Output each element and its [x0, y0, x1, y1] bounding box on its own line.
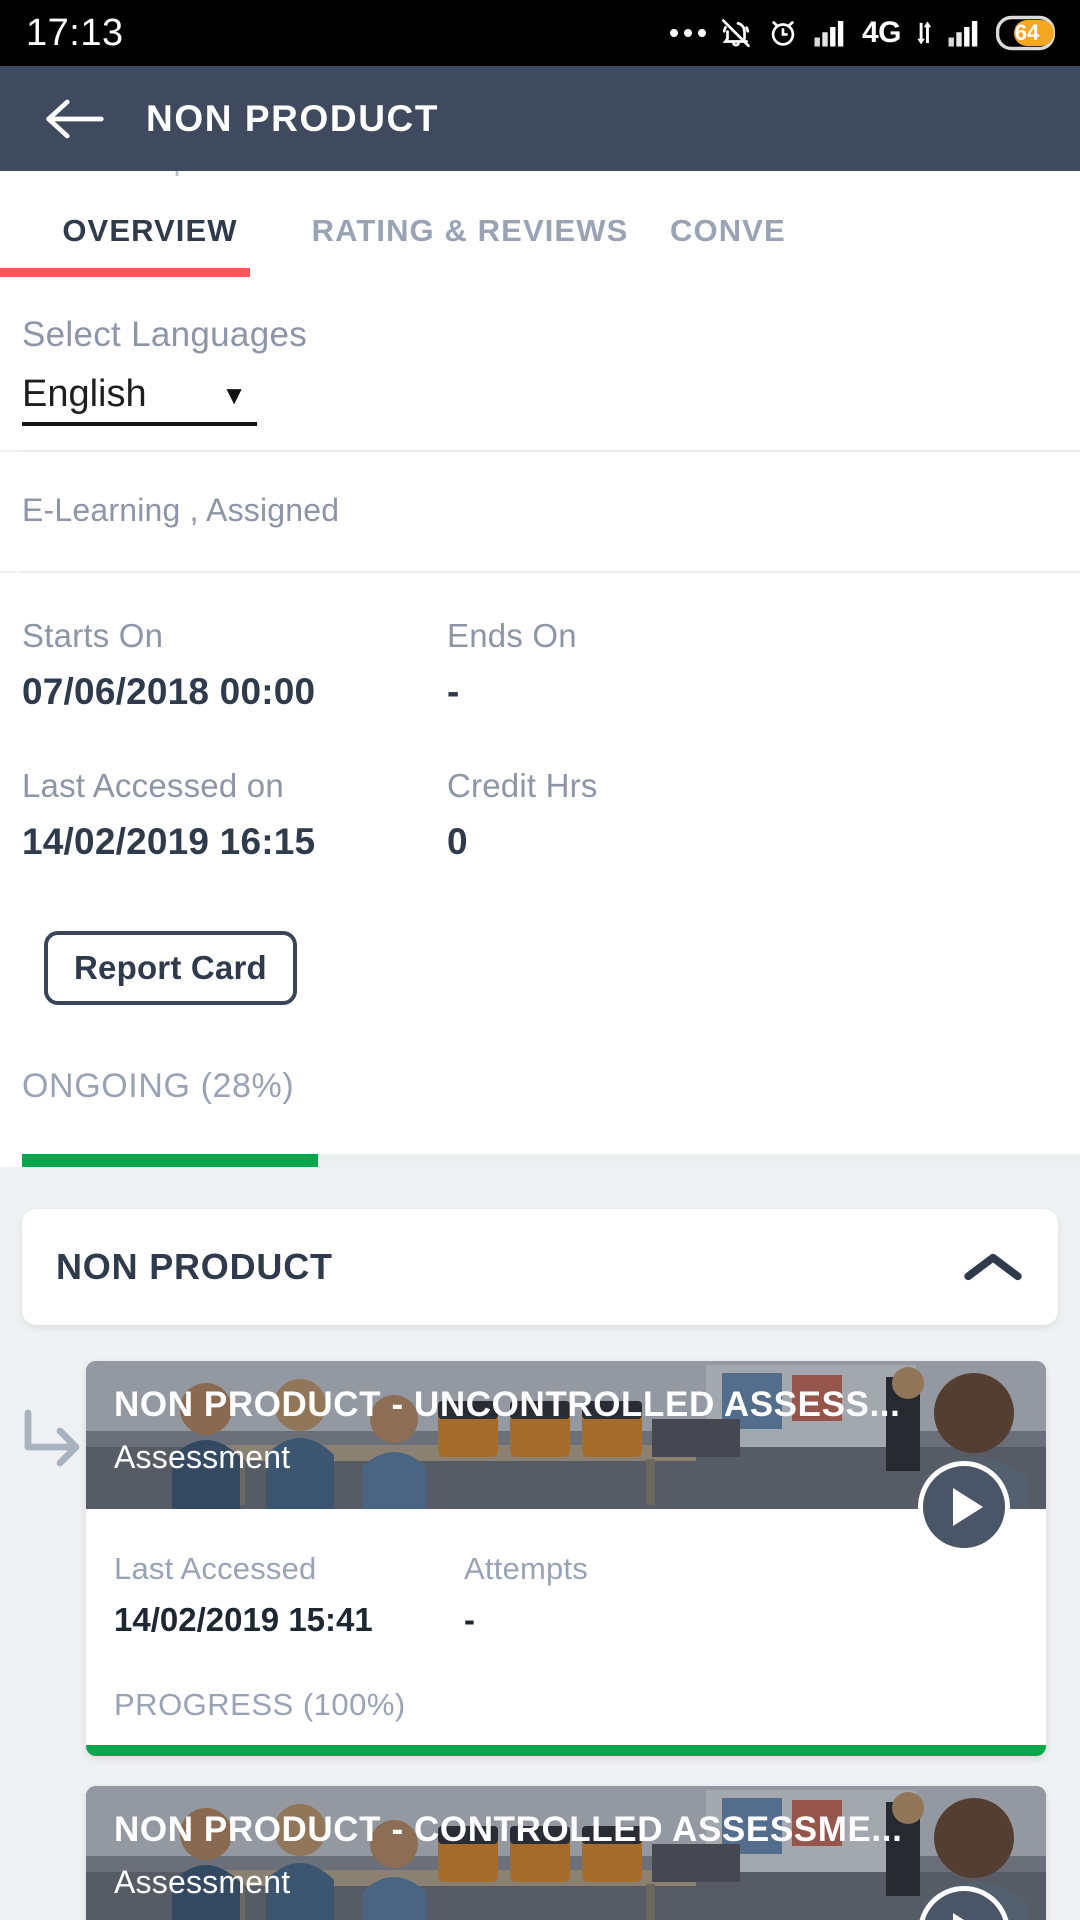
meta-value: 14/02/2019 16:15 [22, 821, 316, 862]
report-card-button[interactable]: Report Card [44, 931, 297, 1005]
lesson-details: Last Accessed 14/02/2019 15:41 Attempts … [86, 1509, 1046, 1723]
section-accordion-non-product[interactable]: NON PRODUCT [22, 1209, 1058, 1325]
meta-row: Last Accessed on 14/02/2019 16:15 Credit… [22, 767, 1080, 863]
battery-icon: 64 [996, 15, 1058, 51]
progress-fill [22, 1154, 319, 1167]
meta-label: Credit Hrs [447, 767, 598, 804]
language-select[interactable]: English ▼ [22, 373, 257, 426]
select-languages-label: Select Languages [22, 315, 308, 354]
lesson-thumbnail: NON PRODUCT - UNCONTROLLED ASSESS... Ass… [86, 1361, 1046, 1509]
lesson-last-accessed: Last Accessed 14/02/2019 15:41 [114, 1551, 464, 1639]
signal-bars-2-icon [947, 18, 983, 48]
tab-bar: OVERVIEW RATING & REVIEWS CONVE [0, 184, 1080, 277]
course-progress: ONGOING (28%) [0, 1005, 1080, 1106]
bell-muted-icon [719, 16, 753, 50]
lesson-row: NON PRODUCT - UNCONTROLLED ASSESS... Ass… [0, 1361, 1080, 1756]
overview-panel: Select Languages English ▼ E-Learning , … [0, 277, 1080, 1920]
lesson-attempts: Attempts - [464, 1551, 814, 1639]
arrow-left-icon[interactable] [44, 97, 106, 141]
course-type-text: E-Learning , Assigned [22, 492, 340, 528]
app-bar: NON PRODUCT [0, 66, 1080, 171]
lesson-subtitle: Assessment [114, 1864, 291, 1900]
status-bar-icons: 4G 64 [669, 15, 1058, 51]
course-description: No description available. [0, 171, 1080, 184]
lesson-thumbnail: NON PRODUCT - CONTROLLED ASSESSME... Ass… [86, 1786, 1046, 1920]
meta-starts-on: Starts On 07/06/2018 00:00 [22, 617, 447, 713]
status-bar-clock: 17:13 [26, 11, 124, 54]
language-section: Select Languages English ▼ [0, 277, 1080, 450]
page-title: NON PRODUCT [146, 97, 440, 139]
course-progress-label: ONGOING (28%) [22, 1067, 295, 1105]
play-icon[interactable] [918, 1461, 1010, 1553]
meta-ends-on: Ends On - [447, 617, 872, 713]
meta-row: Starts On 07/06/2018 00:00 Ends On - [22, 617, 1080, 713]
lesson-progress-fill [86, 1745, 1046, 1756]
arrow-branch-icon [18, 1407, 86, 1477]
meta-value: 07/06/2018 00:00 [22, 671, 316, 712]
meta-label: Starts On [22, 617, 164, 654]
lesson-meta-row: Last Accessed 14/02/2019 15:41 Attempts … [114, 1551, 1046, 1639]
lesson-card[interactable]: NON PRODUCT - CONTROLLED ASSESSME... Ass… [86, 1786, 1046, 1920]
lesson-subtitle: Assessment [114, 1439, 291, 1475]
lesson-meta-label: Last Accessed [114, 1551, 317, 1586]
tab-rating-reviews[interactable]: RATING & REVIEWS [300, 213, 640, 249]
lesson-title: NON PRODUCT - CONTROLLED ASSESSME... [114, 1810, 903, 1849]
lesson-card[interactable]: NON PRODUCT - UNCONTROLLED ASSESS... Ass… [86, 1361, 1046, 1756]
phone-screen: 17:13 4G 64 NON PRODUCT OVERVIEW RATING … [0, 0, 1080, 1920]
lesson-meta-value: 14/02/2019 15:41 [114, 1601, 373, 1638]
lesson-row: NON PRODUCT - CONTROLLED ASSESSME... Ass… [0, 1786, 1080, 1920]
more-dots-icon [669, 29, 706, 37]
mobile-data-label: 4G [861, 16, 902, 49]
course-progress-bar-wrap [0, 1106, 1080, 1167]
meta-value: 0 [447, 821, 468, 862]
lesson-progress-track [86, 1745, 1046, 1756]
tab-overview[interactable]: OVERVIEW [0, 213, 300, 249]
signal-bars-icon [813, 18, 849, 48]
play-triangle [953, 1488, 983, 1526]
lesson-heading: NON PRODUCT - UNCONTROLLED ASSESS... Ass… [114, 1385, 906, 1476]
lesson-meta-value: - [464, 1601, 475, 1638]
accordion-title: NON PRODUCT [56, 1246, 333, 1287]
active-tab-indicator [0, 268, 250, 277]
meta-last-accessed: Last Accessed on 14/02/2019 16:15 [22, 767, 447, 863]
progress-track [22, 1154, 1080, 1167]
chevron-up-icon[interactable] [962, 1249, 1024, 1285]
course-type-row: E-Learning , Assigned [0, 452, 1080, 571]
lesson-heading: NON PRODUCT - CONTROLLED ASSESSME... Ass… [114, 1810, 906, 1901]
course-description-text: No description available. [34, 171, 394, 177]
tab-conversation[interactable]: CONVE [670, 213, 970, 249]
battery-level-label: 64 [1014, 20, 1040, 45]
lesson-meta-label: Attempts [464, 1551, 588, 1586]
lesson-title: NON PRODUCT - UNCONTROLLED ASSESS... [114, 1385, 901, 1424]
meta-label: Ends On [447, 617, 577, 654]
alarm-clock-icon [766, 16, 800, 50]
course-meta: Starts On 07/06/2018 00:00 Ends On - Las… [0, 573, 1080, 1005]
meta-credit-hrs: Credit Hrs 0 [447, 767, 872, 863]
language-select-value: English [22, 373, 147, 415]
meta-value: - [447, 671, 460, 712]
data-arrows-icon [914, 20, 934, 46]
lesson-progress-label: PROGRESS (100%) [114, 1687, 406, 1722]
status-bar: 17:13 4G 64 [0, 0, 1080, 66]
play-triangle [953, 1913, 983, 1920]
chevron-down-icon: ▼ [221, 379, 247, 410]
meta-label: Last Accessed on [22, 767, 284, 804]
